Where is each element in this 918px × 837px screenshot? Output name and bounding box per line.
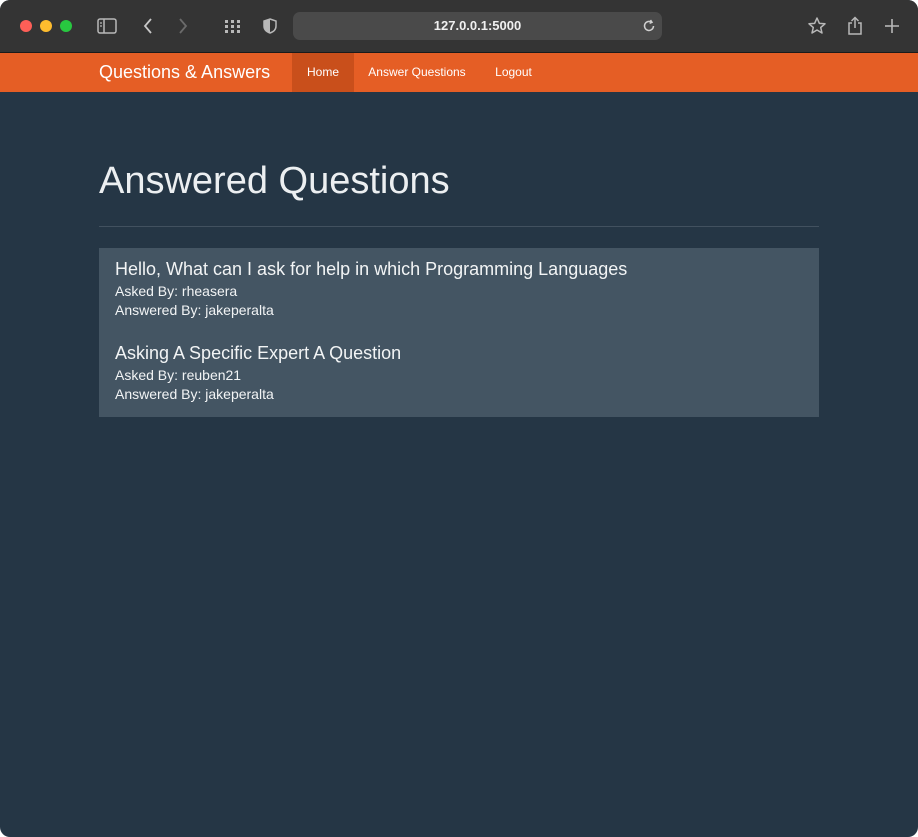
privacy-shield-icon[interactable] — [262, 14, 278, 38]
browser-toolbar: 127.0.0.1:5000 — [0, 0, 918, 53]
asked-by: Asked By: rheasera — [115, 283, 238, 299]
forward-icon[interactable] — [175, 14, 191, 38]
question-item: Hello, What can I ask for help in which … — [115, 258, 627, 320]
answered-questions-list: Hello, What can I ask for help in which … — [99, 248, 819, 417]
close-window-button[interactable] — [20, 20, 32, 32]
answered-by: Answered By: jakeperalta — [115, 386, 274, 402]
question-title[interactable]: Hello, What can I ask for help in which … — [115, 258, 627, 280]
nav-answer-questions-link[interactable]: Answer Questions — [354, 53, 480, 92]
page-title: Answered Questions — [99, 160, 450, 202]
zoom-window-button[interactable] — [60, 20, 72, 32]
back-icon[interactable] — [140, 14, 156, 38]
tab-overview-icon[interactable] — [222, 14, 244, 38]
title-divider — [99, 226, 819, 227]
nav-home-link[interactable]: Home — [292, 53, 354, 92]
reload-icon[interactable] — [642, 19, 656, 38]
address-url: 127.0.0.1:5000 — [433, 18, 522, 33]
bookmark-star-icon[interactable] — [806, 14, 828, 38]
brand-link[interactable]: Questions & Answers — [99, 53, 270, 92]
question-title[interactable]: Asking A Specific Expert A Question — [115, 342, 401, 364]
question-item: Asking A Specific Expert A Question Aske… — [115, 342, 401, 404]
address-bar[interactable]: 127.0.0.1:5000 — [293, 12, 662, 40]
nav-logout-link[interactable]: Logout — [480, 53, 547, 92]
answered-by: Answered By: jakeperalta — [115, 302, 274, 318]
app-navbar: Questions & Answers Home Answer Question… — [0, 53, 918, 92]
browser-window: 127.0.0.1:5000 Questions & Answers Home … — [0, 0, 918, 837]
new-tab-icon[interactable] — [882, 14, 902, 38]
minimize-window-button[interactable] — [40, 20, 52, 32]
share-icon[interactable] — [845, 14, 865, 38]
asked-by: Asked By: reuben21 — [115, 367, 242, 383]
sidebar-toggle-icon[interactable] — [96, 14, 118, 38]
